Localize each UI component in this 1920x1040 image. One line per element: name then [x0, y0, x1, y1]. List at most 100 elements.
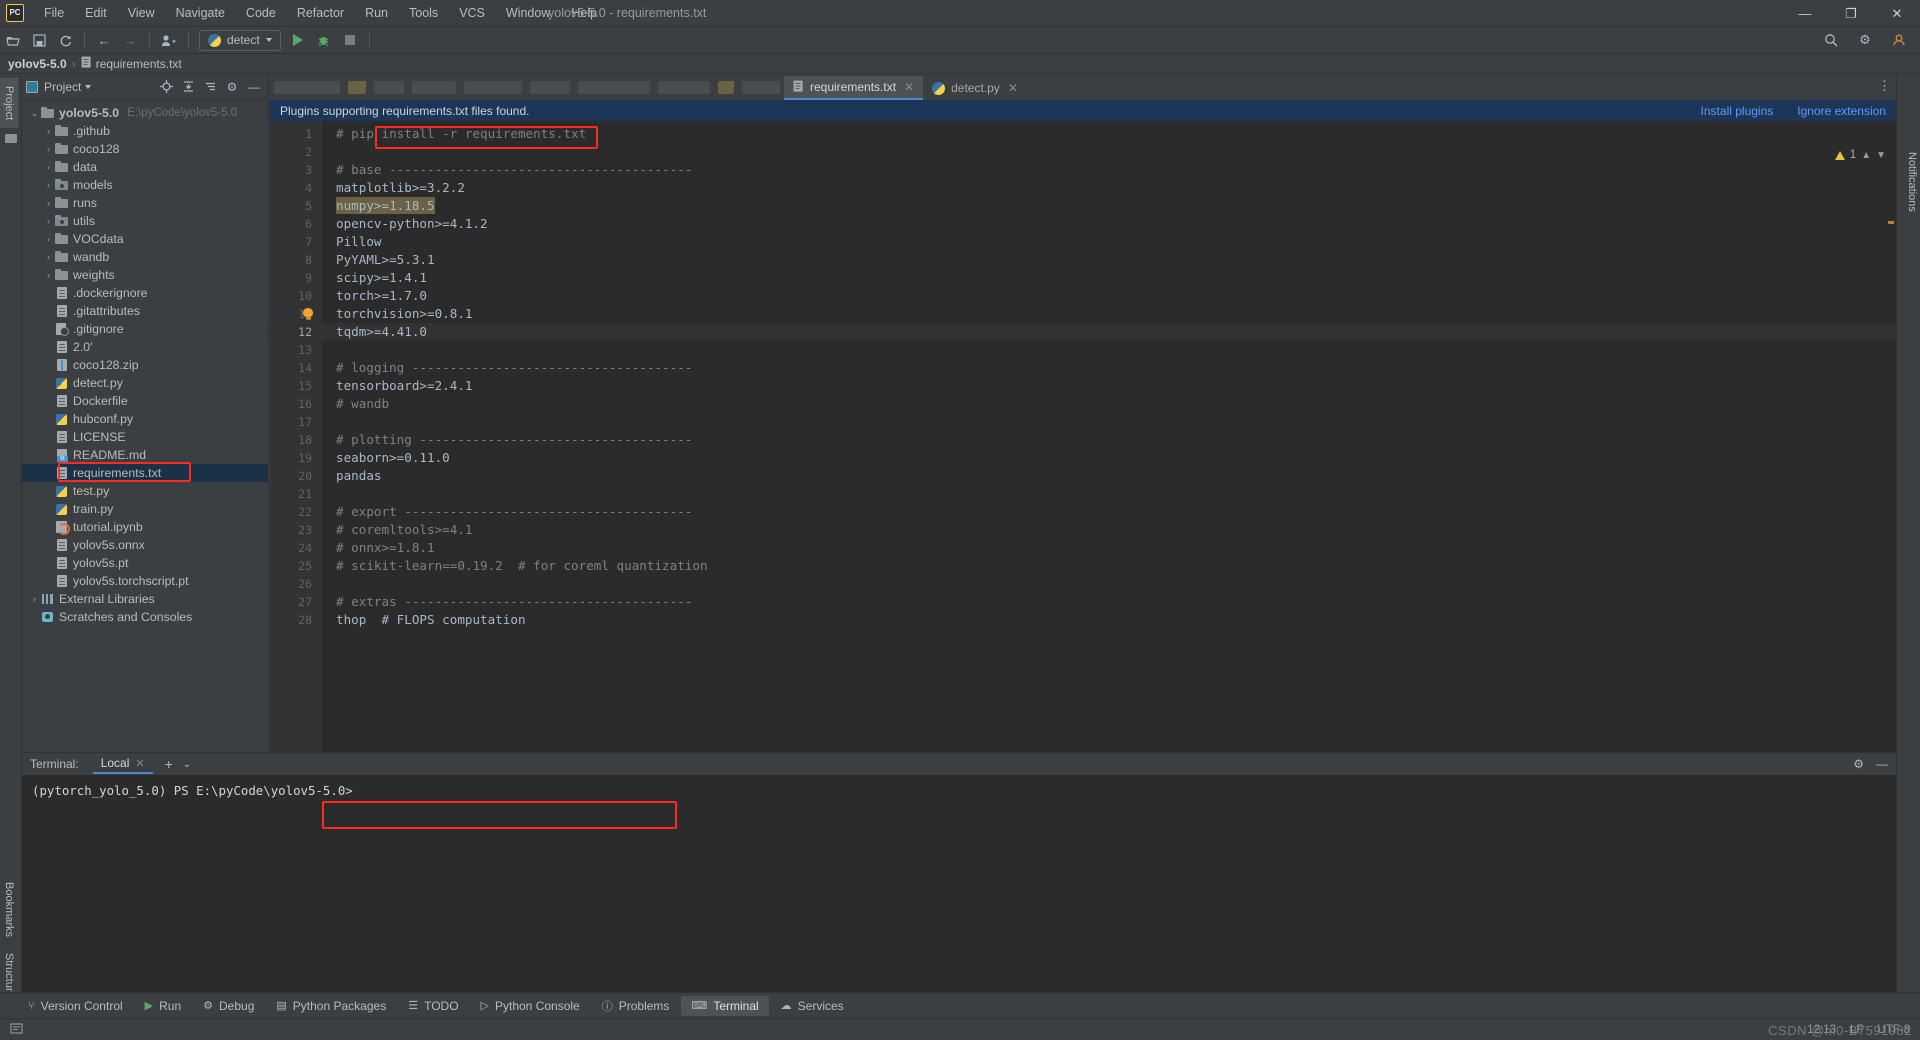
maximize-button[interactable]: ❐ [1828, 0, 1874, 27]
hide-panel-icon[interactable]: — [244, 77, 264, 97]
code-line[interactable]: # plotting -----------------------------… [322, 431, 1896, 449]
code-line[interactable]: # extras -------------------------------… [322, 593, 1896, 611]
stop-icon[interactable] [339, 29, 361, 51]
collapse-all-icon[interactable] [178, 77, 198, 97]
save-icon[interactable] [28, 29, 50, 51]
editor-tab-detect[interactable]: detect.py ✕ [923, 76, 1027, 100]
line-number[interactable]: 9 [270, 269, 322, 287]
search-icon[interactable] [1820, 29, 1842, 51]
tree-item-utils[interactable]: › utils [22, 212, 268, 230]
tree-expand-arrow[interactable]: ⌄ [28, 108, 41, 119]
line-number[interactable]: 24 [270, 539, 322, 557]
line-number[interactable]: 6 [270, 215, 322, 233]
menu-item-run[interactable]: Run [355, 2, 398, 24]
code-line[interactable]: # pip install -r requirements.txt [322, 125, 1896, 143]
code-line[interactable]: thop # FLOPS computation [322, 611, 1896, 629]
code-line[interactable]: opencv-python>=4.1.2 [322, 215, 1896, 233]
menu-item-code[interactable]: Code [236, 2, 286, 24]
gear-icon[interactable]: ⚙ [1853, 757, 1864, 771]
code-editor[interactable]: 1 2 3 4 5 6 7 8 9 10 11 12 13 14 15 16 17 18 19 20 21 22 23 24 2… [270, 121, 1896, 752]
tree-item-dockerfile[interactable]: Dockerfile [22, 392, 268, 410]
account-icon[interactable] [1888, 29, 1910, 51]
terminal-body[interactable]: (pytorch_yolo_5.0) PS E:\pyCode\yolov5-5… [22, 775, 1896, 1011]
tool-window-button-python-console[interactable]: ▷ Python Console [471, 996, 590, 1016]
code-line[interactable]: numpy>=1.18.5 [322, 197, 1896, 215]
breadcrumb-project[interactable]: yolov5-5.0 [8, 57, 67, 71]
tree-item-license[interactable]: LICENSE [22, 428, 268, 446]
intention-bulb-icon[interactable] [303, 308, 314, 321]
tree-item-coco128-zip[interactable]: coco128.zip [22, 356, 268, 374]
tree-expand-arrow[interactable]: › [42, 126, 55, 136]
code-line[interactable] [322, 143, 1896, 161]
close-icon[interactable]: ✕ [1008, 81, 1018, 95]
line-number[interactable]: 28 [270, 611, 322, 629]
tree-item-runs[interactable]: › runs [22, 194, 268, 212]
line-number[interactable]: 5 [270, 197, 322, 215]
tree-item-train-py[interactable]: train.py [22, 500, 268, 518]
tree-item-2-0-[interactable]: 2.0' [22, 338, 268, 356]
line-number[interactable]: 26 [270, 575, 322, 593]
terminal-dropdown-icon[interactable]: ⌄ [183, 759, 191, 770]
open-folder-icon[interactable] [2, 29, 24, 51]
line-number[interactable]: 25 [270, 557, 322, 575]
minimize-button[interactable]: — [1782, 0, 1828, 27]
code-line[interactable]: # coremltools>=4.1 [322, 521, 1896, 539]
tree-item-hubconf-py[interactable]: hubconf.py [22, 410, 268, 428]
new-terminal-button[interactable]: + [165, 756, 173, 772]
rail-button-notifications[interactable]: Notifications [1906, 152, 1918, 212]
line-number[interactable]: 11 [270, 305, 322, 323]
code-line[interactable] [322, 485, 1896, 503]
tool-window-button-services[interactable]: ☁ Services [771, 996, 854, 1016]
expand-icon[interactable] [200, 77, 220, 97]
gear-icon[interactable]: ⚙ [1854, 29, 1876, 51]
rail-folder-icon[interactable] [5, 134, 17, 144]
tree-item--github[interactable]: › .github [22, 122, 268, 140]
more-options-icon[interactable]: ⋮ [1878, 78, 1892, 94]
close-icon[interactable]: ✕ [904, 80, 914, 94]
line-number[interactable]: 18 [270, 431, 322, 449]
tree-item-yolov5s-torchscript-pt[interactable]: yolov5s.torchscript.pt [22, 572, 268, 590]
code-line[interactable] [322, 575, 1896, 593]
code-line[interactable] [322, 341, 1896, 359]
tool-window-button-python-packages[interactable]: ▤ Python Packages [266, 996, 396, 1016]
code-line[interactable]: seaborn>=0.11.0 [322, 449, 1896, 467]
tree-item-yolov5-5-0[interactable]: ⌄ yolov5-5.0 E:\pyCode\yolov5-5.0 [22, 104, 268, 122]
line-number[interactable]: 1 [270, 125, 322, 143]
chevron-up-icon[interactable]: ▲ [1861, 150, 1871, 161]
tree-item--dockerignore[interactable]: .dockerignore [22, 284, 268, 302]
chevron-down-icon[interactable] [85, 84, 92, 89]
tree-item-data[interactable]: › data [22, 158, 268, 176]
line-number[interactable]: 7 [270, 233, 322, 251]
gear-icon[interactable]: ⚙ [222, 77, 242, 97]
tree-expand-arrow[interactable]: › [42, 234, 55, 244]
code-line[interactable]: # scikit-learn==0.19.2 # for coreml quan… [322, 557, 1896, 575]
breadcrumb-file[interactable]: requirements.txt [96, 57, 182, 71]
tool-window-button-todo[interactable]: ☰ TODO [398, 996, 468, 1016]
code-line[interactable]: Pillow [322, 233, 1896, 251]
code-content[interactable]: # pip install -r requirements.txt # base … [322, 121, 1896, 752]
line-number[interactable]: 2 [270, 143, 322, 161]
code-line[interactable]: # export -------------------------------… [322, 503, 1896, 521]
menu-item-refactor[interactable]: Refactor [287, 2, 354, 24]
menu-item-view[interactable]: View [118, 2, 165, 24]
code-line[interactable]: tqdm>=4.41.0 [322, 323, 1896, 341]
inspection-status[interactable]: 1 ▲ ▼ [1834, 149, 1886, 161]
line-number[interactable]: 13 [270, 341, 322, 359]
tree-item-external-libraries[interactable]: › External Libraries [22, 590, 268, 608]
tool-window-button-terminal[interactable]: ⌨ Terminal [681, 995, 769, 1016]
tree-item-vocdata[interactable]: › VOCdata [22, 230, 268, 248]
tree-expand-arrow[interactable]: › [42, 216, 55, 226]
hide-panel-icon[interactable]: — [1876, 757, 1888, 771]
code-line[interactable]: # onnx>=1.8.1 [322, 539, 1896, 557]
tree-expand-arrow[interactable]: › [42, 252, 55, 262]
terminal-tab-local[interactable]: Local ✕ [92, 754, 153, 774]
code-line[interactable]: # wandb [322, 395, 1896, 413]
chevron-down-icon[interactable]: ▼ [1876, 150, 1886, 161]
code-line[interactable]: pandas [322, 467, 1896, 485]
line-number[interactable]: 20 [270, 467, 322, 485]
tool-window-button-version-control[interactable]: ⑂ Version Control [18, 996, 133, 1016]
locate-icon[interactable] [156, 77, 176, 97]
line-number[interactable]: 23 [270, 521, 322, 539]
tree-expand-arrow[interactable]: › [42, 198, 55, 208]
tree-item-tutorial-ipynb[interactable]: tutorial.ipynb [22, 518, 268, 536]
